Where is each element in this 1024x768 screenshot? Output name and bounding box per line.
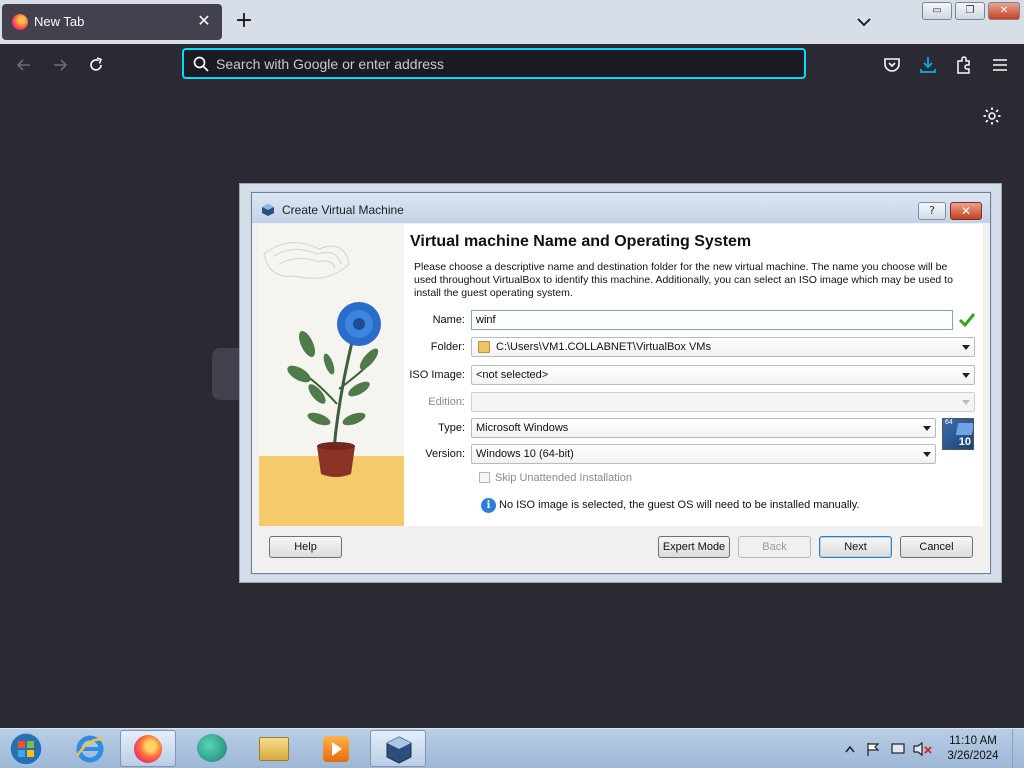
page-description: Please choose a descriptive name and des… — [414, 261, 953, 299]
dialog-close-button[interactable]: ✕ — [950, 202, 982, 220]
play-icon — [332, 742, 342, 756]
cancel-button[interactable]: Cancel — [900, 536, 973, 558]
type-label: Type: — [438, 422, 465, 434]
back-icon[interactable] — [14, 55, 34, 75]
forward-icon[interactable] — [50, 55, 70, 75]
tab-strip: New Tab ✕ + ▭ ❐ ✕ — [0, 0, 1024, 44]
name-input[interactable] — [476, 311, 952, 329]
os-badge-version: 10 — [958, 436, 971, 448]
chevron-down-icon — [923, 452, 931, 457]
media-player-taskbar-item[interactable] — [308, 730, 364, 767]
info-icon: i — [481, 498, 496, 513]
windows-10-os-icon: 64 10 — [942, 418, 974, 450]
firefox-taskbar-item[interactable] — [120, 730, 176, 767]
firefox-icon — [134, 735, 162, 763]
name-field[interactable] — [471, 310, 953, 330]
new-tab-button[interactable]: + — [232, 8, 256, 34]
name-label: Name: — [432, 314, 465, 326]
plant-illustration — [259, 224, 404, 526]
search-icon — [193, 56, 209, 72]
iso-image-select[interactable]: <not selected> — [471, 365, 975, 385]
taskbar: 11:10 AM 3/26/2024 — [0, 728, 1024, 768]
iso-image-label: ISO Image: — [409, 369, 465, 381]
chevron-down-icon — [923, 426, 931, 431]
checkmark-icon — [958, 313, 976, 328]
version-label: Version: — [425, 448, 465, 460]
chevron-down-icon — [962, 373, 970, 378]
dialog-titlebar[interactable]: Create Virtual Machine ? ✕ — [252, 193, 990, 223]
internet-explorer-taskbar-item[interactable] — [62, 730, 118, 767]
chat-app-taskbar-item[interactable] — [184, 730, 240, 767]
help-button[interactable]: Help — [269, 536, 342, 558]
dialog-body: Virtual machine Name and Operating Syste… — [259, 224, 983, 526]
navigation-toolbar — [0, 44, 1024, 86]
tab-title: New Tab — [34, 14, 85, 29]
minimize-button[interactable]: ▭ — [922, 2, 952, 20]
checkbox-icon — [479, 472, 490, 483]
folder-icon — [478, 341, 490, 353]
clock-time: 11:10 AM — [949, 735, 997, 747]
back-button: Back — [738, 536, 811, 558]
network-icon — [891, 743, 905, 754]
version-select[interactable]: Windows 10 (64-bit) — [471, 444, 936, 464]
list-all-tabs-icon[interactable] — [852, 12, 876, 32]
firefox-icon — [12, 14, 28, 30]
tab-close-button[interactable]: ✕ — [194, 11, 214, 30]
action-center-flag-icon — [867, 743, 880, 756]
page-title: Virtual machine Name and Operating Syste… — [410, 233, 752, 250]
downloads-icon[interactable] — [918, 55, 938, 75]
iso-image-value: <not selected> — [476, 369, 549, 381]
pocket-icon[interactable] — [882, 55, 902, 75]
restore-button[interactable]: ❐ — [955, 2, 985, 20]
chevron-down-icon — [962, 400, 970, 405]
windows-logo-icon — [955, 423, 973, 435]
gear-icon[interactable] — [982, 106, 1002, 126]
edition-label: Edition: — [428, 396, 465, 408]
expert-mode-button[interactable]: Expert Mode — [658, 536, 730, 558]
tab-new-tab[interactable]: New Tab ✕ — [2, 4, 222, 40]
folder-label: Folder: — [430, 341, 465, 353]
chat-app-icon — [197, 734, 227, 762]
skip-unattended-label: Skip Unattended Installation — [495, 472, 632, 484]
internet-explorer-icon — [75, 735, 105, 763]
show-hidden-icons-icon — [845, 745, 855, 753]
chevron-down-icon — [962, 345, 970, 350]
version-value: Windows 10 (64-bit) — [476, 448, 574, 460]
system-clock[interactable]: 11:10 AM 3/26/2024 — [940, 734, 1006, 764]
skip-unattended-checkbox: Skip Unattended Installation — [479, 472, 632, 484]
folder-select[interactable]: C:\Users\VM1.COLLABNET\VirtualBox VMs — [471, 337, 975, 357]
virtualbox-taskbar-item[interactable] — [370, 730, 426, 767]
dialog-title: Create Virtual Machine — [282, 203, 404, 217]
volume-muted-icon — [913, 741, 923, 757]
type-select[interactable]: Microsoft Windows — [471, 418, 936, 438]
info-message: i No ISO image is selected, the guest OS … — [481, 498, 860, 513]
start-button-icon[interactable] — [6, 731, 46, 767]
create-vm-dialog: Create Virtual Machine ? ✕ Virtual machi… — [251, 192, 991, 574]
show-desktop-button[interactable] — [1012, 729, 1024, 768]
virtualbox-icon — [386, 736, 412, 764]
address-input[interactable] — [216, 54, 776, 74]
menu-icon[interactable] — [990, 55, 1010, 75]
window-close-button[interactable]: ✕ — [988, 2, 1020, 20]
dialog-help-button[interactable]: ? — [918, 202, 946, 220]
type-value: Microsoft Windows — [476, 422, 569, 434]
reload-icon[interactable] — [86, 55, 106, 75]
system-tray — [845, 741, 932, 757]
edition-select — [471, 392, 975, 412]
clock-date: 3/26/2024 — [947, 750, 999, 762]
folder-icon — [259, 737, 289, 761]
extensions-icon[interactable] — [954, 55, 974, 75]
info-text: No ISO image is selected, the guest OS w… — [499, 499, 860, 511]
window-controls: ▭ ❐ ✕ — [922, 2, 1020, 20]
os-badge-bits: 64 — [945, 419, 953, 426]
virtualbox-icon — [262, 204, 274, 216]
address-bar[interactable] — [182, 48, 806, 79]
next-button[interactable]: Next — [819, 536, 892, 558]
folder-value: C:\Users\VM1.COLLABNET\VirtualBox VMs — [496, 341, 711, 353]
file-explorer-taskbar-item[interactable] — [246, 730, 302, 767]
